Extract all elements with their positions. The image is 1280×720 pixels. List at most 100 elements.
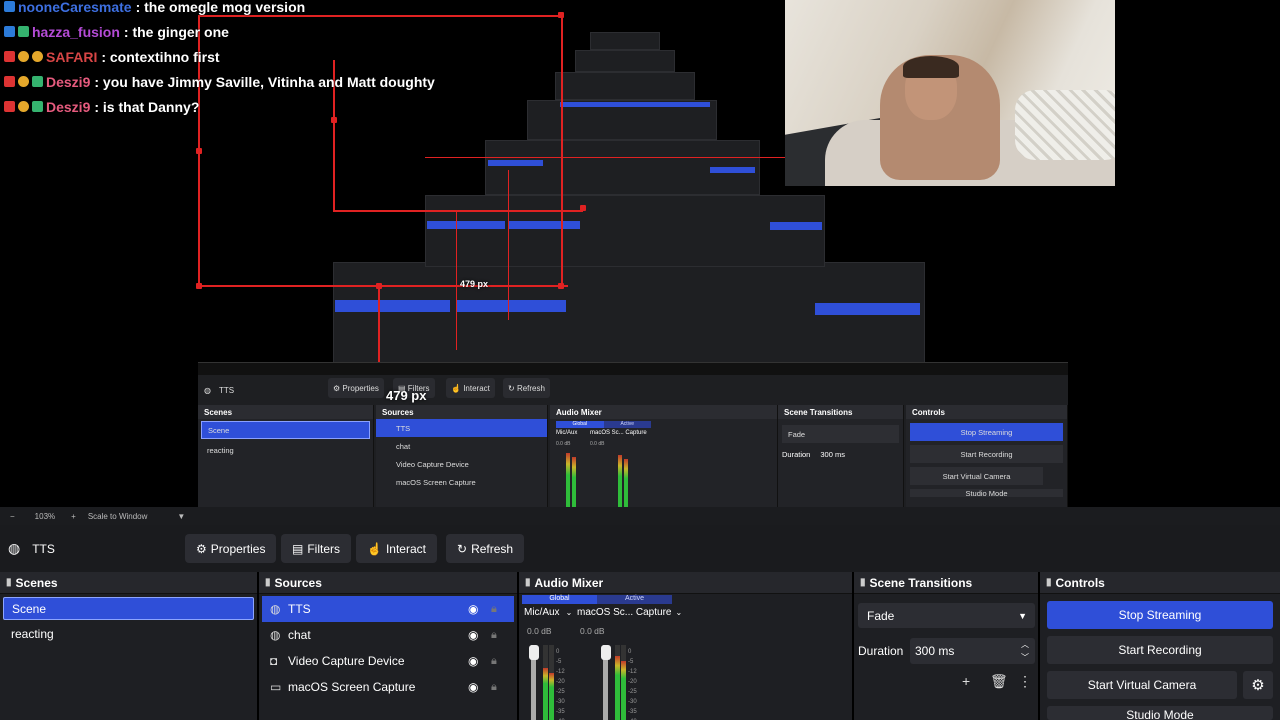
nested-meter [566,453,570,507]
mixer-global-tab[interactable]: Global [522,595,597,604]
resize-handle[interactable] [558,283,564,289]
scene-transitions-title-text: Scene Transitions [869,575,973,590]
mixer-active-tab[interactable]: Active [597,595,672,604]
meter-tick-label: -25 [628,689,637,695]
zoom-in-button[interactable]: + [71,512,76,521]
filters-button[interactable]: ▤ Filters [281,534,352,563]
nested-sources-dock: Sources TTS chat Video Capture Device ma… [376,405,548,507]
dock-grip-icon[interactable]: ▮ [525,577,531,588]
chevron-down-icon[interactable]: ▼ [177,512,185,521]
nested-mixer-db1: 0.0 dB [556,441,571,447]
eye-icon[interactable]: ◉ [468,680,478,694]
dock-grip-icon[interactable]: ▮ [265,577,271,588]
nested-mixer-dock: Audio Mixer Global Active Mic/Aux macOS … [550,405,778,507]
mic-aux-select[interactable]: Mic/Aux ⌄ [524,607,572,618]
eye-icon[interactable]: ◉ [468,654,478,668]
start-virtual-camera-button[interactable]: Start Virtual Camera [1047,671,1237,699]
nested-blue-bar [456,300,566,312]
interact-button[interactable]: ☝ Interact [356,534,437,563]
macos-capture-meter [621,645,626,720]
chat-username: Deszi9 [46,98,91,115]
nested-frame-2 [425,195,825,267]
source-item-screen-capture[interactable]: ▭ macOS Screen Capture ◉ 🔒︎ [262,674,514,700]
nested-blue-bar [488,160,543,166]
eye-icon[interactable]: ◉ [468,628,478,642]
nested-blue-bar [710,167,755,173]
zoom-out-button[interactable]: − [10,512,15,521]
filter-icon: ▤ [292,541,304,556]
macos-capture-db: 0.0 dB [580,626,605,636]
resize-handle[interactable] [376,283,382,289]
nested-stop-streaming: Stop Streaming [910,423,1063,441]
meter-tick-label: -30 [556,699,565,705]
sources-title: ▮ Sources [259,572,517,594]
monitor-icon: ▭ [270,680,282,694]
chevron-down-icon: ▼ [1018,610,1027,621]
nested-blue-bar [815,303,920,315]
scenes-title: ▮ Scenes [0,572,257,594]
more-options-icon[interactable]: ⋮ [1018,673,1032,690]
dock-grip-icon[interactable]: ▮ [6,577,12,588]
meter-tick-label: 0 [556,649,560,655]
meter-tick-label: -35 [628,709,637,715]
add-transition-icon[interactable]: + [962,673,970,689]
source-item-tts[interactable]: ◍ TTS ◉ 🔒︎ [262,596,514,622]
meter-tick-label: -12 [628,669,637,675]
scene-item-scene[interactable]: Scene [3,597,254,620]
eye-icon[interactable]: ◉ [468,602,478,616]
dock-grip-icon[interactable]: ▮ [1046,577,1052,588]
chevron-down-icon: ⌄ [565,608,573,617]
nested-studio-mode: Studio Mode [910,489,1063,497]
studio-mode-button[interactable]: Studio Mode [1047,706,1273,720]
chat-text: : the omegle mog version [135,0,306,15]
meter-tick-label: 0 [628,649,632,655]
globe-icon: ◍ [8,540,21,556]
lock-icon[interactable]: 🔒︎ [491,681,497,694]
resize-handle[interactable] [196,148,202,154]
scene-item-reacting[interactable]: reacting [3,622,254,645]
controls-title: ▮ Controls [1040,572,1280,594]
globe-icon: ◍ [204,385,211,395]
mic-aux-fader-knob[interactable] [529,645,539,660]
source-item-video-capture[interactable]: ◘ Video Capture Device ◉ 🔒︎ [262,648,514,674]
duration-input[interactable]: 300 ms ︿ ﹀ [910,638,1035,664]
macos-capture-select[interactable]: macOS Sc... Capture ⌄ [577,607,682,618]
red-badge-icon [4,51,15,62]
dock-grip-icon[interactable]: ▮ [860,577,866,588]
refresh-button[interactable]: ↻ Refresh [446,534,525,563]
macos-capture-fader-knob[interactable] [601,645,611,660]
nested-scene-item: reacting [207,445,234,455]
nested-mixer-ch2: macOS Sc... Capture [590,430,647,436]
source-item-chat[interactable]: ◍ chat ◉ 🔒︎ [262,622,514,648]
meter-tick-label: -30 [628,699,637,705]
meter-tick-label: -12 [556,669,565,675]
preview-canvas[interactable]: 479 px nooneCaresmate: the omegle mog ve… [0,0,1280,507]
lock-icon[interactable]: 🔒︎ [491,603,497,616]
gear-icon: ⚙ [333,383,343,393]
scenes-dock: ▮ Scenes [0,572,257,720]
macos-capture-ticks: 0-5-12-20-25-30-35-40 [628,647,637,720]
transition-select[interactable]: Fade ▼ [858,603,1035,628]
bounding-guide [333,210,583,212]
properties-button[interactable]: ⚙ Properties [185,534,277,563]
trash-icon[interactable]: 🗑︎ [990,673,1008,690]
lock-icon[interactable]: 🔒︎ [491,655,497,668]
lock-icon[interactable]: 🔒︎ [491,629,497,642]
resize-handle[interactable] [196,283,202,289]
duration-stepper[interactable]: ︿ ﹀ [1021,638,1029,664]
resize-handle[interactable] [580,205,586,211]
duration-value: 300 ms [915,644,955,658]
stop-streaming-button[interactable]: Stop Streaming [1047,601,1273,629]
chevron-down-icon[interactable]: ﹀ [1021,651,1029,664]
start-recording-button[interactable]: Start Recording [1047,636,1273,664]
scale-mode-select[interactable]: Scale to Window [88,512,148,521]
meter-fill [615,656,620,720]
source-label: Video Capture Device [288,654,405,668]
mic-aux-meter [543,645,548,720]
chevron-up-icon[interactable]: ︿ [1021,638,1029,651]
nested-duration-label: Duration [782,450,811,459]
nested-source-item: macOS Screen Capture [396,477,476,487]
chat-message: hazza_fusion: the ginger one [4,19,644,44]
gear-icon[interactable]: ⚙ [1243,671,1273,699]
nested-properties-label: Properties [342,383,379,393]
